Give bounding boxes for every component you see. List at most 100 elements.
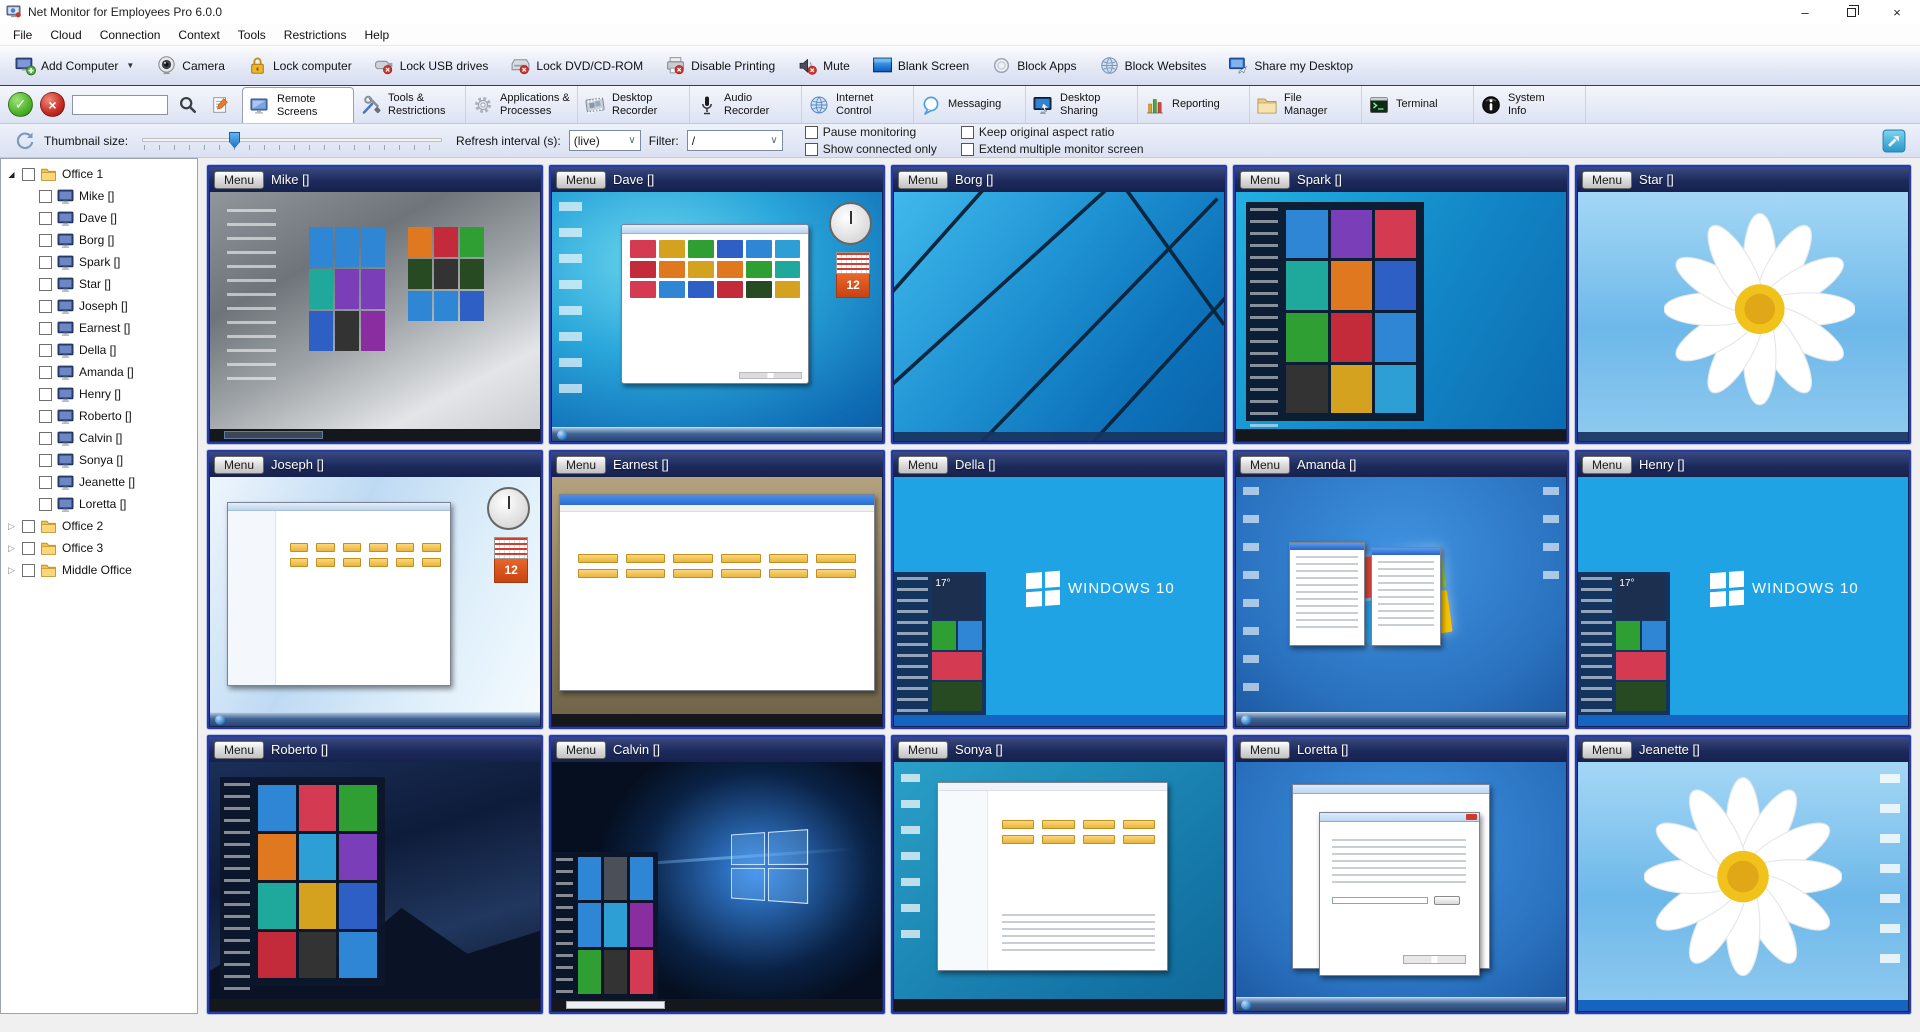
desktop-preview[interactable] [552, 477, 882, 726]
checkbox-pause-monitoring[interactable] [805, 126, 818, 139]
desktop-preview[interactable] [210, 762, 540, 1011]
tree-checkbox[interactable] [39, 212, 52, 225]
expand-view-button[interactable] [1882, 129, 1906, 153]
tree-item-mike[interactable]: Mike [] [1, 185, 197, 207]
tab-system-info[interactable]: SystemInfo [1474, 86, 1586, 123]
disable-printing-button[interactable]: Disable Printing [654, 49, 786, 83]
tree-group-office-1[interactable]: ◢ Office 1 [1, 163, 197, 185]
desktop-preview[interactable] [1236, 477, 1566, 726]
tree-item-borg[interactable]: Borg [] [1, 229, 197, 251]
tree-checkbox[interactable] [39, 322, 52, 335]
minimize-button[interactable]: – [1782, 0, 1828, 24]
desktop-preview[interactable]: WINDOWS 10 17° [1578, 477, 1908, 726]
tree-item-henry[interactable]: Henry [] [1, 383, 197, 405]
desktop-preview[interactable]: WINDOWS 10 17° [894, 477, 1224, 726]
tab-desktop-recorder[interactable]: DesktopRecorder [578, 86, 690, 123]
lock-dvd-button[interactable]: Lock DVD/CD-ROM [499, 49, 654, 83]
menu-cloud[interactable]: Cloud [41, 26, 90, 44]
tile-menu-button[interactable]: Menu [1240, 741, 1290, 759]
tree-item-star[interactable]: Star [] [1, 273, 197, 295]
desktop-preview[interactable]: 12 [210, 477, 540, 726]
checkbox-keep-aspect-ratio[interactable] [961, 126, 974, 139]
tree-item-jeanette[interactable]: Jeanette [] [1, 471, 197, 493]
tile-menu-button[interactable]: Menu [1582, 456, 1632, 474]
refresh-interval-select[interactable]: (live) ∨ [569, 130, 641, 151]
tree-checkbox[interactable] [39, 366, 52, 379]
tree-checkbox[interactable] [22, 520, 35, 533]
tree-item-dave[interactable]: Dave [] [1, 207, 197, 229]
tile-menu-button[interactable]: Menu [898, 171, 948, 189]
tab-applications-processes[interactable]: Applications &Processes [466, 86, 578, 123]
filter-select[interactable]: / ∨ [687, 130, 783, 151]
expander-collapsed-icon[interactable]: ▷ [6, 543, 17, 554]
menu-help[interactable]: Help [355, 26, 398, 44]
refresh-icon[interactable] [14, 130, 36, 152]
tab-tools-restrictions[interactable]: Tools &Restrictions [354, 86, 466, 123]
tree-group-office-3[interactable]: ▷ Office 3 [1, 537, 197, 559]
tree-checkbox[interactable] [39, 388, 52, 401]
notes-button[interactable] [208, 92, 234, 118]
menu-file[interactable]: File [4, 26, 41, 44]
tree-checkbox[interactable] [39, 454, 52, 467]
tree-checkbox[interactable] [39, 432, 52, 445]
menu-connection[interactable]: Connection [91, 26, 170, 44]
tile-menu-button[interactable]: Menu [1582, 741, 1632, 759]
tree-item-roberto[interactable]: Roberto [] [1, 405, 197, 427]
thumbnail-size-slider[interactable] [142, 130, 442, 152]
tile-menu-button[interactable]: Menu [214, 171, 264, 189]
block-websites-button[interactable]: Block Websites [1088, 49, 1218, 83]
tree-checkbox[interactable] [39, 300, 52, 313]
tree-item-calvin[interactable]: Calvin [] [1, 427, 197, 449]
tree-checkbox[interactable] [39, 410, 52, 423]
menu-restrictions[interactable]: Restrictions [275, 26, 356, 44]
tab-remote-screens[interactable]: RemoteScreens [242, 87, 354, 123]
desktop-preview[interactable] [552, 762, 882, 1011]
tile-menu-button[interactable]: Menu [1240, 456, 1290, 474]
share-desktop-button[interactable]: Share my Desktop [1217, 49, 1364, 83]
tile-menu-button[interactable]: Menu [556, 456, 606, 474]
tree-checkbox[interactable] [39, 234, 52, 247]
tree-item-joseph[interactable]: Joseph [] [1, 295, 197, 317]
mute-button[interactable]: Mute [786, 49, 861, 83]
tree-item-earnest[interactable]: Earnest [] [1, 317, 197, 339]
desktop-preview[interactable] [1578, 762, 1908, 1011]
tree-checkbox[interactable] [39, 190, 52, 203]
desktop-preview[interactable] [894, 762, 1224, 1011]
tab-audio-recorder[interactable]: AudioRecorder [690, 86, 802, 123]
tile-menu-button[interactable]: Menu [556, 171, 606, 189]
tree-checkbox[interactable] [39, 498, 52, 511]
tree-checkbox[interactable] [22, 168, 35, 181]
tile-menu-button[interactable]: Menu [1582, 171, 1632, 189]
lock-usb-button[interactable]: Lock USB drives [363, 49, 500, 83]
tab-desktop-sharing[interactable]: DesktopSharing [1026, 86, 1138, 123]
tile-menu-button[interactable]: Menu [556, 741, 606, 759]
desktop-preview[interactable] [1236, 762, 1566, 1011]
tree-group-middle-office[interactable]: ▷ Middle Office [1, 559, 197, 581]
tab-reporting[interactable]: Reporting [1138, 86, 1250, 123]
tree-group-office-2[interactable]: ▷ Office 2 [1, 515, 197, 537]
expander-collapsed-icon[interactable]: ▷ [6, 565, 17, 576]
tile-menu-button[interactable]: Menu [898, 456, 948, 474]
maximize-button[interactable] [1828, 0, 1874, 24]
expander-collapsed-icon[interactable]: ▷ [6, 521, 17, 532]
tree-checkbox[interactable] [39, 278, 52, 291]
desktop-preview[interactable] [210, 192, 540, 441]
desktop-preview[interactable] [1578, 192, 1908, 441]
tree-checkbox[interactable] [39, 256, 52, 269]
tile-menu-button[interactable]: Menu [214, 456, 264, 474]
camera-button[interactable]: Camera [145, 49, 236, 83]
tree-checkbox[interactable] [39, 344, 52, 357]
lock-computer-button[interactable]: Lock computer [236, 49, 363, 83]
tile-menu-button[interactable]: Menu [1240, 171, 1290, 189]
menu-tools[interactable]: Tools [229, 26, 275, 44]
desktop-preview[interactable]: 12 [552, 192, 882, 441]
tree-item-sonya[interactable]: Sonya [] [1, 449, 197, 471]
block-apps-button[interactable]: Block Apps [980, 49, 1087, 83]
blank-screen-button[interactable]: Blank Screen [861, 49, 980, 83]
tree-item-loretta[interactable]: Loretta [] [1, 493, 197, 515]
desktop-preview[interactable] [894, 192, 1224, 441]
tree-item-spark[interactable]: Spark [] [1, 251, 197, 273]
tree-item-della[interactable]: Della [] [1, 339, 197, 361]
tree-item-amanda[interactable]: Amanda [] [1, 361, 197, 383]
close-button[interactable]: × [1874, 0, 1920, 24]
